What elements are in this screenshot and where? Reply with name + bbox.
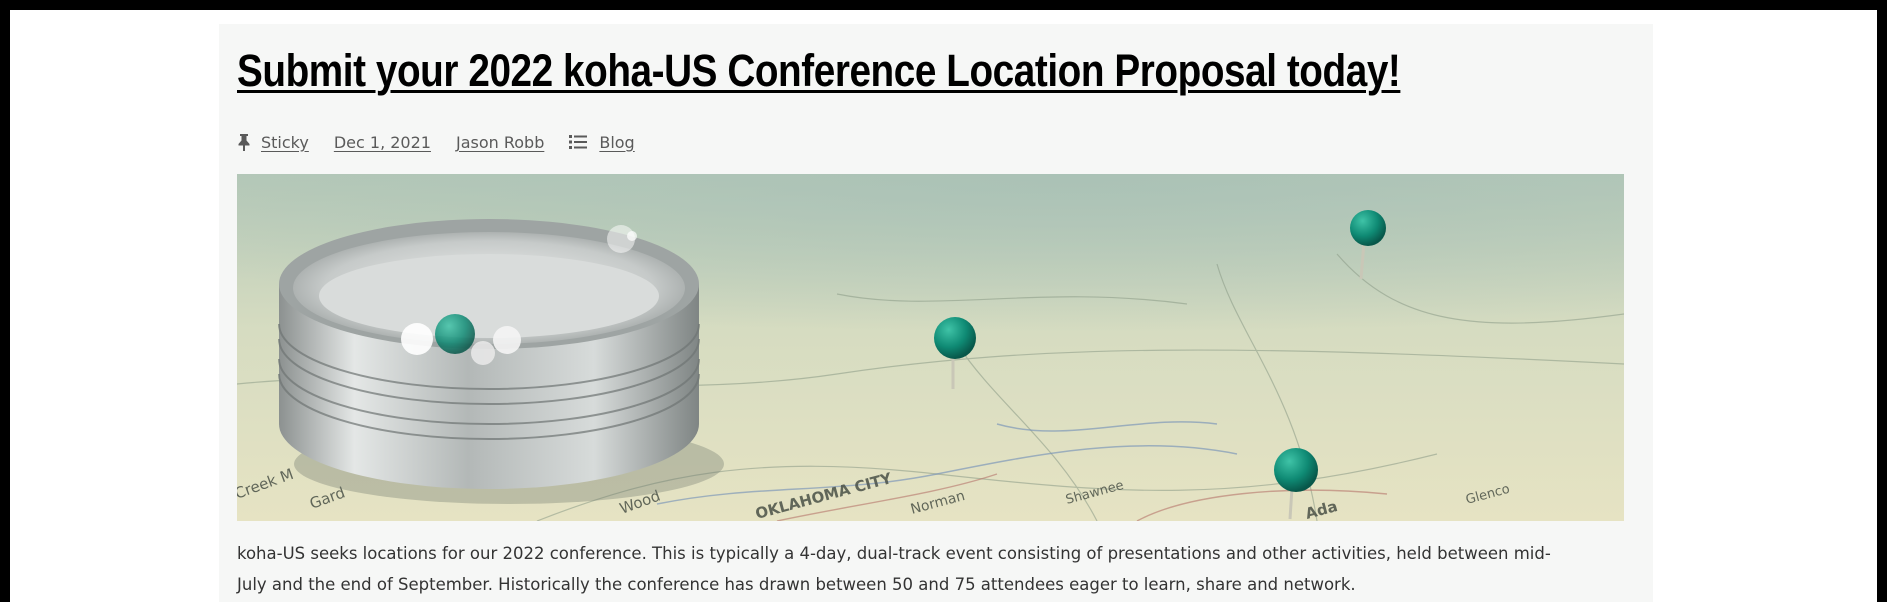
category-link[interactable]: Blog: [599, 133, 634, 152]
author-meta: Jason Robb: [456, 133, 544, 152]
sticky-link[interactable]: Sticky: [261, 133, 309, 152]
post-date-link[interactable]: Dec 1, 2021: [334, 133, 431, 152]
post-title-link[interactable]: Submit your 2022 koha-US Conference Loca…: [237, 42, 1401, 100]
featured-image[interactable]: Creek M Gard Wood OKLAHOMA CITY Norman S…: [237, 174, 1624, 521]
excerpt-line: koha-US seeks locations for our 2022 con…: [237, 544, 1551, 563]
sticky-meta: Sticky: [237, 133, 309, 152]
author-link[interactable]: Jason Robb: [456, 133, 544, 152]
blog-post-card: Submit your 2022 koha-US Conference Loca…: [219, 24, 1653, 602]
post-meta: Sticky Dec 1, 2021 Jason Robb Blog: [237, 130, 660, 154]
pushpin-icon: [237, 133, 251, 151]
category-meta: Blog: [569, 133, 635, 152]
list-icon: [569, 134, 588, 150]
excerpt-line: July and the end of September. Historica…: [237, 575, 1356, 594]
post-excerpt: koha-US seeks locations for our 2022 con…: [237, 538, 1637, 600]
browser-viewport: Submit your 2022 koha-US Conference Loca…: [10, 10, 1877, 602]
date-meta: Dec 1, 2021: [334, 133, 431, 152]
